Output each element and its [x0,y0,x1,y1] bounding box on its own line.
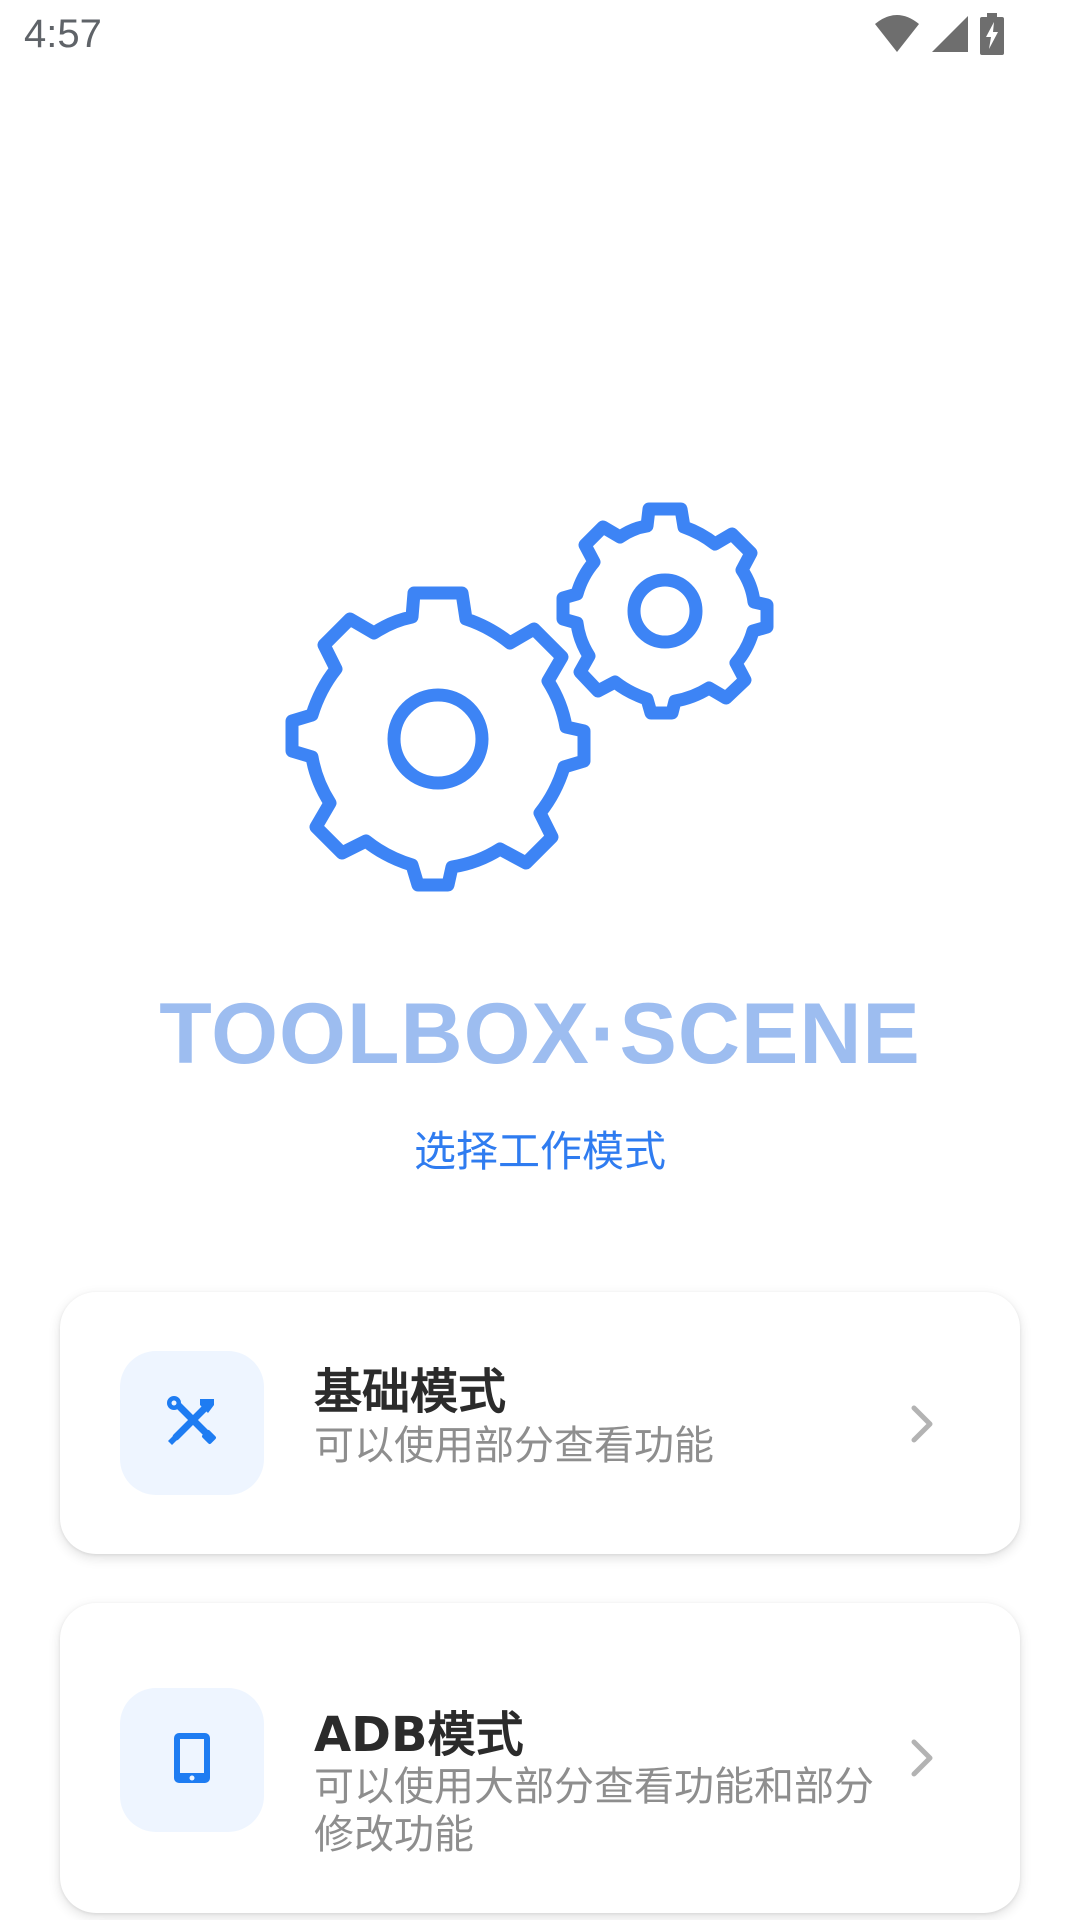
status-icons [874,12,1004,60]
adb-mode-title: ADB模式 [314,1707,524,1763]
adb-mode-description: 可以使用大部分查看功能和部分修改功能 [314,1764,874,1858]
status-time: 4:57 [24,12,102,56]
adb-mode-icon-box [120,1688,264,1832]
chevron-right-icon [904,1734,940,1782]
basic-mode-icon-box [120,1351,264,1495]
adb-mode-card[interactable]: ADB模式 可以使用大部分查看功能和部分修改功能 [60,1603,1020,1913]
tablet-icon [172,1731,212,1789]
page-subtitle: 选择工作模式 [413,1127,666,1176]
app-name: TOOLBOX·SCENE [159,986,921,1082]
signal-icon [930,14,970,58]
basic-mode-description: 可以使用部分查看功能 [314,1423,714,1469]
gears-icon [280,495,780,895]
chevron-right-icon [904,1400,940,1448]
battery-charging-icon [980,13,1004,59]
wifi-icon [874,14,920,58]
basic-mode-title: 基础模式 [314,1364,507,1420]
status-bar: 4:57 [0,0,1080,72]
tools-icon [164,1393,220,1453]
basic-mode-card[interactable]: 基础模式 可以使用部分查看功能 [60,1292,1020,1554]
